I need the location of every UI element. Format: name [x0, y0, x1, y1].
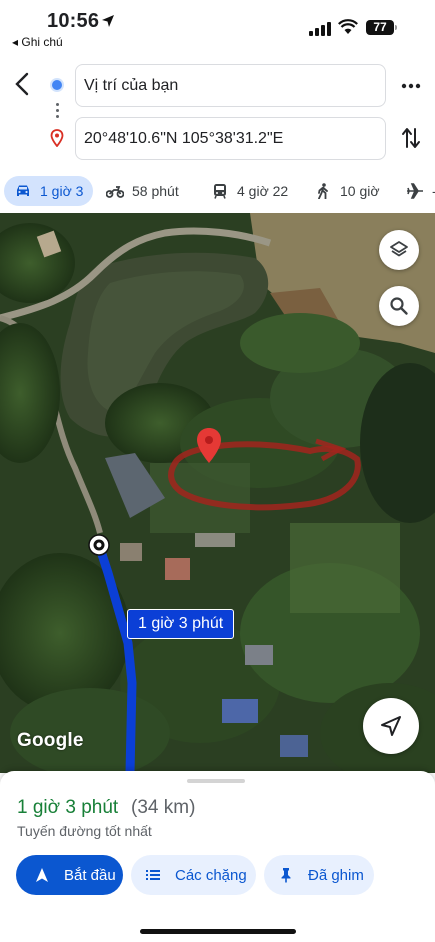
route-duration-label[interactable]: 1 giờ 3 phút: [127, 609, 235, 639]
route-summary-sheet: 1 giờ 3 phút (34 km) Tuyến đường tốt nhấ…: [0, 771, 435, 942]
search-icon: [390, 297, 408, 315]
more-options-icon[interactable]: [400, 76, 422, 96]
steps-button[interactable]: Các chặng: [131, 855, 256, 895]
location-arrow-icon: [102, 15, 114, 27]
pinned-button-label: Đã ghim: [308, 866, 364, 884]
travel-mode-tabs: 1 giờ 3 58 phút 4 giờ 22 10 giờ -: [0, 172, 435, 210]
list-icon: [146, 870, 160, 880]
route-subtitle: Tuyến đường tốt nhất: [17, 823, 152, 839]
tab-motorbike-label: 58 phút: [132, 183, 179, 199]
status-time: 10:56: [47, 10, 100, 32]
sheet-drag-handle[interactable]: [187, 779, 245, 783]
tab-motorbike[interactable]: 58 phút: [106, 176, 179, 206]
flight-icon: [407, 183, 423, 199]
tab-walking[interactable]: 10 giờ: [314, 176, 380, 206]
origin-dot-icon: [52, 80, 62, 90]
pinned-button[interactable]: Đã ghim: [264, 855, 374, 895]
layers-icon: [390, 241, 408, 257]
destination-field[interactable]: 20°48'10.6"N 105°38'31.2"E: [75, 117, 386, 160]
car-icon: [17, 185, 29, 196]
origin-field[interactable]: Vị trí của bạn: [75, 64, 386, 107]
start-button-label: Bắt đầu: [64, 866, 116, 884]
walk-icon: [318, 183, 328, 199]
satellite-imagery: [0, 213, 435, 773]
layers-button[interactable]: [379, 230, 419, 270]
back-to-app-link[interactable]: ◂ Ghi chú: [12, 35, 63, 49]
map-view[interactable]: 1 giờ 3 phút Google: [0, 213, 435, 773]
route-distance: (34 km): [131, 797, 196, 818]
wifi-icon: [338, 19, 358, 34]
battery-tip: [395, 25, 397, 30]
swap-locations-icon[interactable]: [400, 126, 422, 150]
route-duration: 1 giờ 3 phút: [17, 797, 119, 818]
tab-driving-label: 1 giờ 3: [40, 183, 84, 199]
back-arrow-icon[interactable]: [10, 70, 36, 98]
motorbike-icon: [106, 186, 124, 198]
transit-icon: [214, 184, 226, 199]
pin-icon: [281, 868, 291, 883]
tab-flight[interactable]: -: [406, 176, 435, 206]
my-location-button[interactable]: [363, 698, 419, 754]
tab-transit[interactable]: 4 giờ 22: [211, 176, 288, 206]
status-bar: 10:56 ◂ Ghi chú 77: [0, 0, 435, 56]
navigation-arrow-icon: [381, 716, 401, 736]
navigation-icon: [36, 868, 48, 882]
route-dots-icon: [56, 103, 59, 119]
tab-transit-label: 4 giờ 22: [237, 183, 289, 199]
battery-indicator: 77: [366, 20, 394, 35]
home-indicator[interactable]: [140, 929, 296, 934]
destination-pin-icon: [50, 129, 64, 147]
steps-button-label: Các chặng: [175, 866, 247, 884]
google-logo: Google: [17, 730, 84, 751]
start-button[interactable]: Bắt đầu: [16, 855, 123, 895]
cellular-signal-icon: [309, 22, 331, 36]
search-along-route-button[interactable]: [379, 286, 419, 326]
tab-driving[interactable]: 1 giờ 3: [4, 176, 94, 206]
tab-walking-label: 10 giờ: [340, 183, 380, 199]
